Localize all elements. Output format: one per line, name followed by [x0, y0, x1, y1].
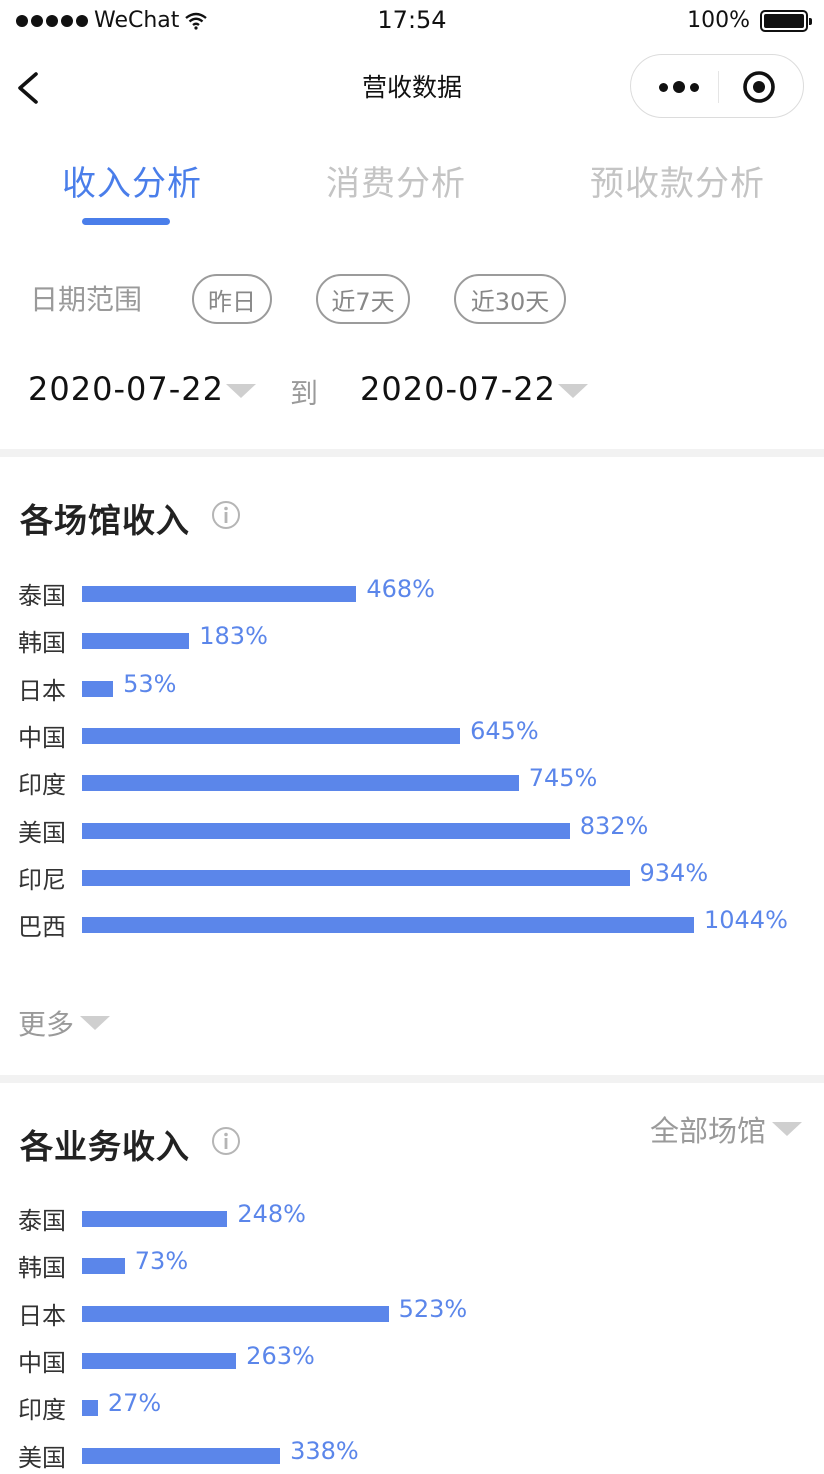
- bar-category-label: 泰国: [18, 1207, 66, 1235]
- bar: [82, 869, 630, 886]
- venue-filter-dropdown[interactable]: 全部场馆: [650, 1108, 802, 1150]
- bar-value-label: 53%: [123, 669, 177, 698]
- bar-value-label: 73%: [134, 1247, 189, 1276]
- date-range-to: 到: [290, 377, 319, 410]
- bar-value-label: 338%: [290, 1436, 359, 1465]
- bar: [82, 1305, 389, 1322]
- bar: [82, 727, 461, 744]
- more-toggle[interactable]: 更多: [18, 1003, 111, 1043]
- tab-prepayment-analysis[interactable]: 预收款分析: [590, 156, 765, 205]
- chevron-down-icon: [80, 1016, 111, 1030]
- bar-category-label: 日本: [18, 676, 66, 705]
- bar: [82, 775, 519, 792]
- status-bar: WeChat 17:54 100%: [0, 0, 824, 44]
- business-income-title: 各业务收入: [20, 1127, 190, 1166]
- bar: [82, 1352, 237, 1369]
- bar-row: 中国 645%: [0, 716, 824, 756]
- bar-row: 巴西 1044%: [0, 905, 824, 945]
- mini-program-capsule: [630, 54, 804, 118]
- chevron-down-icon: [772, 1122, 802, 1136]
- bar-value-label: 263%: [246, 1341, 315, 1370]
- bar: [82, 822, 570, 839]
- bar: [82, 633, 190, 650]
- venue-filter-label: 全部场馆: [649, 1114, 766, 1148]
- bar-row: 印度 745%: [0, 763, 824, 803]
- bar-category-label: 印度: [18, 771, 66, 800]
- bar-value-label: 468%: [366, 575, 435, 603]
- bar-value-label: 1044%: [704, 906, 788, 935]
- bar-value-label: 832%: [579, 811, 649, 840]
- start-date-picker[interactable]: 2020-07-22: [28, 370, 224, 408]
- more-dots-icon[interactable]: [651, 73, 707, 101]
- tab-income-analysis[interactable]: 收入分析: [62, 156, 202, 205]
- bar-value-label: 934%: [639, 858, 709, 887]
- chevron-down-icon[interactable]: [226, 384, 256, 398]
- info-icon[interactable]: [210, 499, 242, 531]
- chevron-down-icon[interactable]: [558, 384, 588, 398]
- bar-category-label: 日本: [18, 1301, 66, 1330]
- info-icon[interactable]: [210, 1125, 242, 1157]
- bar: [82, 586, 357, 602]
- bar-value-label: 27%: [107, 1389, 162, 1418]
- capsule-divider: [718, 71, 719, 103]
- bar-category-label: 巴西: [18, 913, 66, 942]
- bar: [82, 917, 694, 934]
- bar: [82, 1447, 281, 1464]
- bar-category-label: 美国: [18, 1443, 66, 1472]
- active-tab-indicator: [82, 218, 170, 225]
- more-label: 更多: [18, 1008, 75, 1041]
- bar-category-label: 中国: [18, 1348, 66, 1377]
- bar-category-label: 韩国: [18, 629, 66, 658]
- bar-row: 印尼 934%: [0, 858, 824, 898]
- bar-row: 泰国 248%: [0, 1199, 824, 1239]
- bar: [82, 1211, 228, 1227]
- chip-last-7-days[interactable]: 近7天: [316, 274, 410, 324]
- target-close-icon[interactable]: [741, 69, 777, 105]
- bar-category-label: 印度: [18, 1396, 66, 1425]
- analysis-tabs: 收入分析 消费分析 预收款分析: [0, 150, 824, 230]
- bar-row: 泰国 468%: [0, 574, 824, 614]
- bar-value-label: 523%: [398, 1294, 468, 1323]
- chip-yesterday[interactable]: 昨日: [192, 274, 272, 324]
- bar-row: 日本 523%: [0, 1294, 824, 1334]
- bar-category-label: 印尼: [18, 865, 66, 894]
- nav-bar: 营收数据: [0, 44, 824, 130]
- date-range-label: 日期范围: [30, 283, 143, 316]
- bar-row: 美国 832%: [0, 811, 824, 851]
- bar-row: 韩国 73%: [0, 1246, 824, 1286]
- chip-last-30-days[interactable]: 近30天: [454, 274, 566, 324]
- battery-percent: 100%: [687, 8, 750, 33]
- bar-category-label: 美国: [18, 818, 66, 847]
- bar-row: 印度 27%: [0, 1388, 824, 1428]
- venue-income-title: 各场馆收入: [20, 501, 190, 540]
- bar-value-label: 645%: [470, 716, 539, 745]
- end-date-picker[interactable]: 2020-07-22: [360, 370, 556, 408]
- bar: [82, 680, 114, 697]
- bar-row: 美国 338%: [0, 1436, 824, 1474]
- section-divider: [0, 449, 824, 457]
- bar-value-label: 183%: [199, 622, 268, 651]
- bar-row: 韩国 183%: [0, 621, 824, 661]
- bar: [82, 1400, 98, 1417]
- bar-category-label: 泰国: [18, 582, 66, 610]
- tab-consumption-analysis[interactable]: 消费分析: [326, 156, 466, 205]
- bar: [82, 1258, 125, 1275]
- bar-row: 中国 263%: [0, 1341, 824, 1381]
- battery-status: 100%: [687, 8, 812, 33]
- bar-category-label: 韩国: [18, 1254, 66, 1283]
- bar-row: 日本 53%: [0, 669, 824, 709]
- bar-category-label: 中国: [18, 723, 66, 752]
- section-divider: [0, 1075, 824, 1083]
- bar-value-label: 248%: [237, 1200, 306, 1228]
- battery-icon: [760, 9, 812, 32]
- bar-value-label: 745%: [528, 764, 598, 793]
